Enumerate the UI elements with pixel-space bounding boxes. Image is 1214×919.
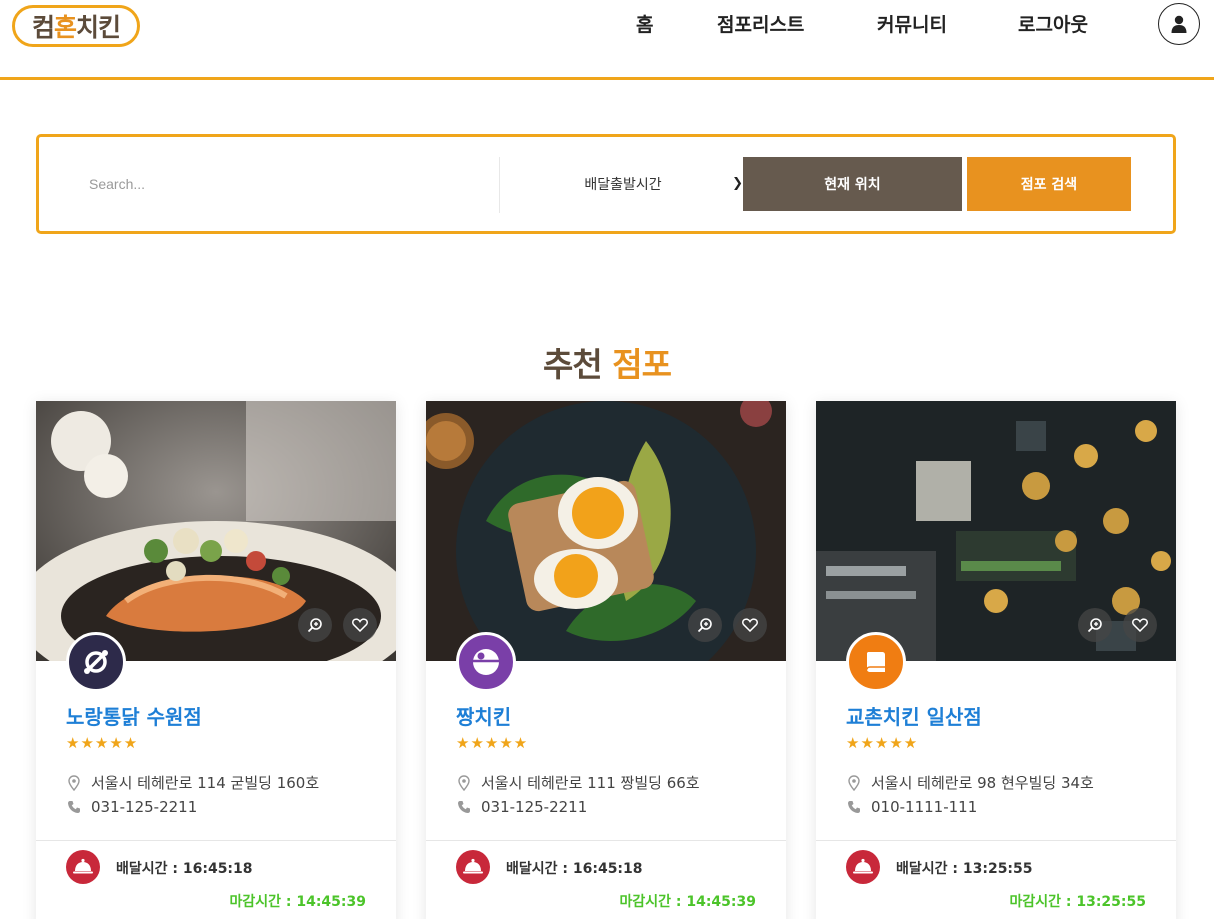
star-rating: ★★★★★ <box>846 734 919 752</box>
store-search-button[interactable]: 점포 검색 <box>967 157 1131 211</box>
address-text: 서울시 테헤란로 111 짱빌딩 66호 <box>481 774 700 792</box>
star-rating: ★★★★★ <box>66 734 139 752</box>
phone-icon <box>66 800 82 814</box>
address-text: 서울시 테헤란로 114 굳빌딩 160호 <box>91 774 320 792</box>
zoom-icon[interactable] <box>688 608 722 642</box>
logo-text-2: 혼 <box>53 13 77 42</box>
nav-logout[interactable]: 로그아웃 <box>1018 10 1088 37</box>
delivery-cloche-icon <box>66 850 100 884</box>
store-photo <box>816 401 1176 661</box>
heart-icon[interactable] <box>343 608 377 642</box>
location-pin-icon <box>846 774 862 791</box>
location-pin-icon <box>456 774 472 791</box>
current-location-button[interactable]: 현재 위치 <box>743 157 962 211</box>
delivery-cloche-icon <box>846 850 880 884</box>
card-divider <box>36 840 396 841</box>
location-pin-icon <box>66 774 82 791</box>
store-card[interactable]: 짱치킨 ★★★★★ 서울시 테헤란로 111 짱빌딩 66호 031-125-2… <box>426 401 786 919</box>
star-rating: ★★★★★ <box>456 734 529 752</box>
store-name[interactable]: 노랑통닭 수원점 <box>66 701 202 730</box>
closing-time: 마감시간 : 13:25:55 <box>1009 894 1146 910</box>
address-text: 서울시 테헤란로 98 현우빌딩 34호 <box>871 774 1094 792</box>
logo-text-3: 치킨 <box>76 13 121 42</box>
delivery-time: 배달시간 : 16:45:18 <box>506 861 643 877</box>
chevron-down-icon: ❯ <box>732 176 743 191</box>
zoom-icon[interactable] <box>298 608 332 642</box>
store-address: 서울시 테헤란로 111 짱빌딩 66호 <box>456 772 700 793</box>
nav-home[interactable]: 홈 <box>636 10 653 37</box>
section-title-part2: 점포 <box>612 345 672 384</box>
phone-text: 031-125-2211 <box>481 798 588 816</box>
store-address: 서울시 테헤란로 98 현우빌딩 34호 <box>846 772 1094 793</box>
top-header: 컴 혼 치킨 홈 점포리스트 커뮤니티 로그아웃 <box>0 0 1214 80</box>
book-logo-icon <box>846 632 906 692</box>
search-panel: 배달출발시간 ❯ 현재 위치 점포 검색 <box>36 134 1176 234</box>
nav-community[interactable]: 커뮤니티 <box>877 10 947 37</box>
store-address: 서울시 테헤란로 114 굳빌딩 160호 <box>66 772 319 793</box>
search-input[interactable] <box>89 157 497 211</box>
phone-icon <box>846 800 862 814</box>
heart-icon[interactable] <box>1123 608 1157 642</box>
store-photo <box>36 401 396 661</box>
delivery-time: 배달시간 : 16:45:18 <box>116 861 253 877</box>
card-divider <box>426 840 786 841</box>
section-title: 추천 점포 <box>0 338 1214 386</box>
closing-time: 마감시간 : 14:45:39 <box>229 894 366 910</box>
nav-store-list[interactable]: 점포리스트 <box>717 10 804 37</box>
card-divider <box>816 840 1176 841</box>
delivery-cloche-icon <box>456 850 490 884</box>
logo-text-1: 컴 <box>31 13 55 42</box>
ring-logo-icon <box>66 632 126 692</box>
heart-icon[interactable] <box>733 608 767 642</box>
store-phone: 010-1111-111 <box>846 798 977 816</box>
store-photo <box>426 401 786 661</box>
store-phone: 031-125-2211 <box>456 798 587 816</box>
closing-time: 마감시간 : 14:45:39 <box>619 894 756 910</box>
phone-text: 031-125-2211 <box>91 798 198 816</box>
select-value: 배달출발시간 <box>584 177 662 193</box>
store-name[interactable]: 짱치킨 <box>456 701 511 730</box>
user-icon <box>1171 15 1187 33</box>
store-phone: 031-125-2211 <box>66 798 197 816</box>
search-divider <box>499 157 500 213</box>
delivery-time: 배달시간 : 13:25:55 <box>896 861 1033 877</box>
phone-icon <box>456 800 472 814</box>
store-name[interactable]: 교촌치킨 일산점 <box>846 701 982 730</box>
store-card[interactable]: 교촌치킨 일산점 ★★★★★ 서울시 테헤란로 98 현우빌딩 34호 010-… <box>816 401 1176 919</box>
section-title-part1: 추천 <box>543 345 603 384</box>
sphere-logo-icon <box>456 632 516 692</box>
user-profile-button[interactable] <box>1158 3 1200 45</box>
phone-text: 010-1111-111 <box>871 798 978 816</box>
zoom-icon[interactable] <box>1078 608 1112 642</box>
brand-logo[interactable]: 컴 혼 치킨 <box>12 5 140 47</box>
store-card[interactable]: 노랑통닭 수원점 ★★★★★ 서울시 테헤란로 114 굳빌딩 160호 031… <box>36 401 396 919</box>
delivery-time-select[interactable]: 배달출발시간 ❯ <box>501 157 745 211</box>
